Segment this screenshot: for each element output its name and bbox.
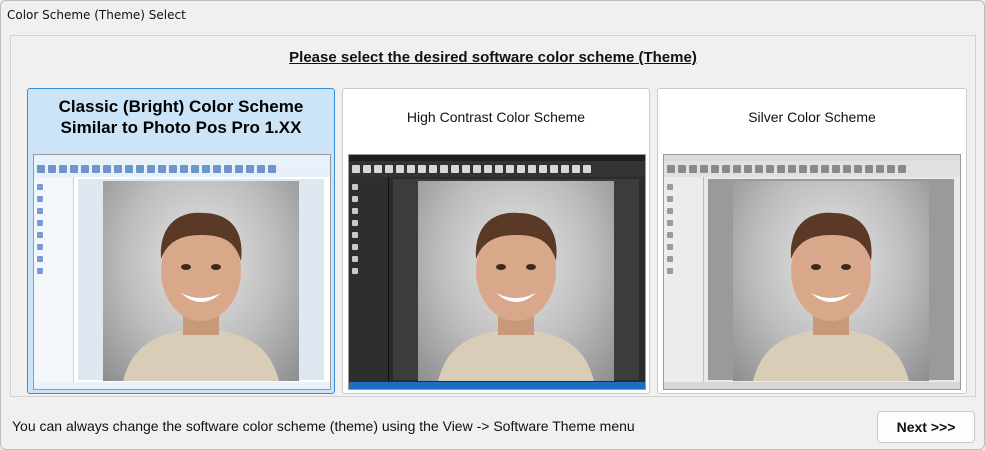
- theme-card-classic[interactable]: Classic (Bright) Color Scheme Similar to…: [27, 88, 335, 394]
- preview-toolbar: [34, 161, 330, 177]
- window-title: Color Scheme (Theme) Select: [7, 8, 186, 22]
- theme-preview-silver: [663, 154, 961, 390]
- preview-sidebar: [34, 177, 74, 382]
- page-heading: Please select the desired software color…: [289, 49, 697, 66]
- next-button[interactable]: Next >>>: [877, 411, 975, 443]
- theme-card-title: Silver Color Scheme: [748, 109, 876, 125]
- preview-canvas: [78, 179, 324, 381]
- theme-panel: Please select the desired software color…: [10, 35, 976, 397]
- title-bar: Color Scheme (Theme) Select: [1, 1, 984, 29]
- portrait-image: [418, 181, 614, 381]
- theme-preview-classic: [33, 154, 331, 390]
- theme-card-title: Classic (Bright) Color Scheme Similar to…: [28, 89, 334, 145]
- theme-card-title: High Contrast Color Scheme: [406, 109, 586, 125]
- theme-change-hint: You can always change the software color…: [12, 418, 635, 434]
- theme-card-high-contrast[interactable]: High Contrast Color Scheme: [342, 88, 650, 394]
- theme-card-silver[interactable]: Silver Color Scheme: [657, 88, 967, 394]
- portrait-image: [103, 181, 299, 381]
- preview-sidebar: [349, 177, 389, 382]
- portrait-image: [733, 181, 929, 381]
- theme-preview-high-contrast: [348, 154, 646, 390]
- preview-statusbar: [664, 382, 960, 389]
- theme-title-line1: Classic (Bright) Color Scheme: [58, 97, 304, 116]
- preview-toolbar: [349, 161, 645, 177]
- preview-canvas: [708, 179, 954, 381]
- theme-title-line2: Similar to Photo Pos Pro 1.XX: [60, 118, 302, 137]
- preview-statusbar: [34, 382, 330, 389]
- preview-canvas: [393, 179, 639, 381]
- theme-select-window: Color Scheme (Theme) Select Please selec…: [0, 0, 985, 450]
- preview-sidebar: [664, 177, 704, 382]
- preview-toolbar: [664, 161, 960, 177]
- preview-statusbar: [349, 382, 645, 389]
